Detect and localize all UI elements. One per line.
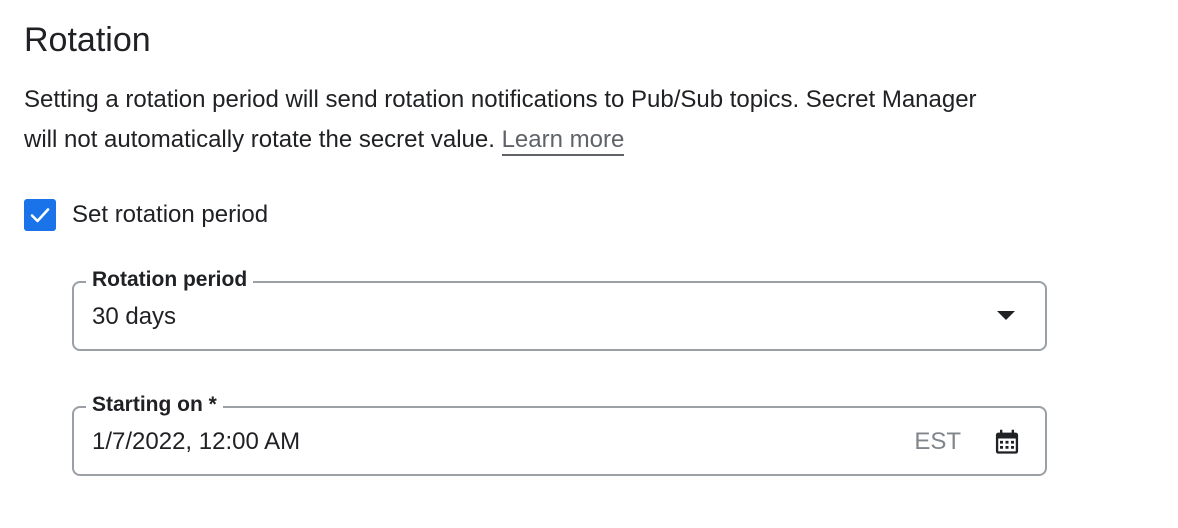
rotation-period-select[interactable]: Rotation period 30 days xyxy=(72,267,1047,351)
timezone-label: EST xyxy=(914,428,961,455)
starting-on-input[interactable]: Starting on * 1/7/2022, 12:00 AM EST xyxy=(72,392,1047,476)
rotation-period-label: Rotation period xyxy=(86,267,254,293)
learn-more-link[interactable]: Learn more xyxy=(501,126,625,156)
check-icon xyxy=(30,208,50,223)
set-rotation-period-checkbox[interactable] xyxy=(24,199,56,231)
set-rotation-period-label[interactable]: Set rotation period xyxy=(72,201,268,229)
section-description: Setting a rotation period will send rota… xyxy=(24,80,1004,160)
rotation-period-value: 30 days xyxy=(92,303,177,330)
section-title: Rotation xyxy=(24,21,151,59)
set-rotation-period-row[interactable]: Set rotation period xyxy=(24,198,268,232)
dropdown-arrow-icon[interactable] xyxy=(997,311,1015,320)
starting-on-label: Starting on * xyxy=(86,392,223,418)
description-text: Setting a rotation period will send rota… xyxy=(24,86,977,153)
calendar-icon[interactable] xyxy=(993,428,1021,456)
starting-on-value[interactable]: 1/7/2022, 12:00 AM xyxy=(92,426,300,458)
